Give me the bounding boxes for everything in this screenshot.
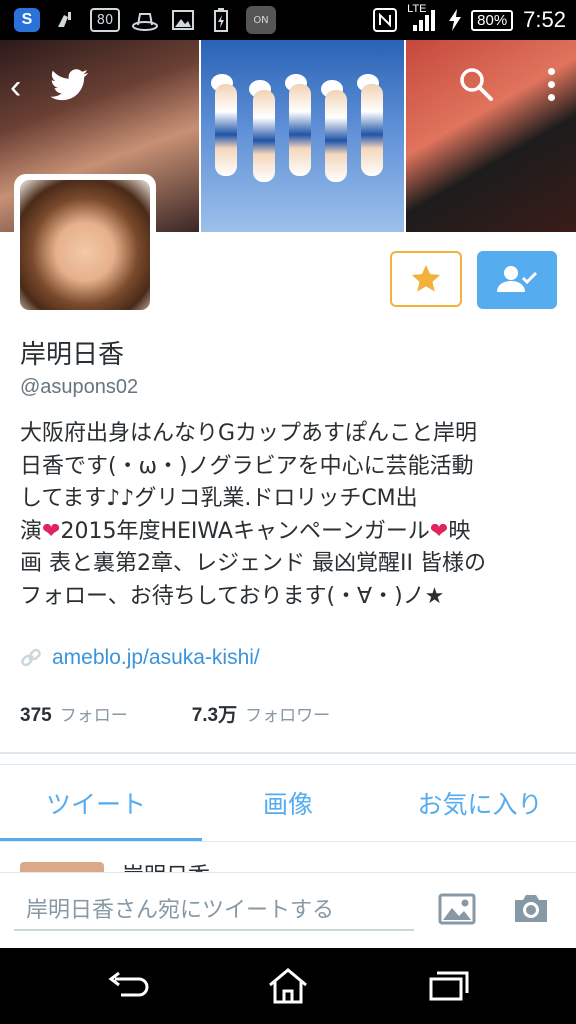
avatar-frame[interactable] [14, 174, 156, 316]
tweet-list-item[interactable]: 岸明日香 [0, 846, 576, 872]
bio-line: してます♪♪グリコ乳業.ドロリッチCM出 [20, 486, 418, 511]
compose-bar: 岸明日香さん宛にツイートする [0, 872, 576, 949]
profile-bio: 大阪府出身はんなりGカップあすぽんこと岸明 日香です(・ω・)ノグラビアを中心に… [20, 418, 560, 613]
speed-80-icon: 80 [90, 8, 120, 32]
system-nav-bar [0, 948, 576, 1024]
hat-icon [132, 8, 158, 32]
banner-toolbar: ‹ [0, 40, 576, 130]
nav-home-button[interactable] [264, 966, 312, 1006]
nav-recents-button[interactable] [424, 966, 472, 1006]
bio-line: 日香です(・ω・)ノグラビアを中心に芸能活動 [20, 453, 474, 479]
profile-handle: @asupons02 [20, 376, 139, 398]
following-label: フォロー [59, 706, 128, 726]
following-stat[interactable]: 375 フォロー [20, 701, 128, 727]
twitter-bird-icon[interactable] [50, 68, 90, 102]
followers-count: 7.3万 [191, 705, 238, 726]
avatar [20, 180, 150, 310]
bio-line: 大阪府出身はんなりGカップあすぽんこと岸明 [20, 421, 478, 446]
home-icon [269, 968, 307, 1004]
s-app-icon: S [14, 8, 40, 32]
following-button[interactable] [477, 251, 557, 309]
profile-name: 岸明日香 [20, 340, 125, 370]
tab-images[interactable]: 画像 [192, 766, 384, 840]
bio-line: 画 表と裏第2章、レジェンド 最凶覚醒II 皆様の [20, 551, 486, 576]
followers-label: フォロワー [245, 706, 331, 726]
charging-bolt-icon [449, 9, 462, 31]
gallery-icon [170, 8, 196, 32]
status-bar: S 80 ON LTE 80% 7:52 [0, 0, 576, 40]
following-count: 375 [20, 705, 52, 726]
nav-back-button[interactable] [104, 966, 152, 1006]
tab-tweets[interactable]: ツイート [0, 766, 192, 840]
bio-line: フォロー、お待ちしております(・∀・)ノ★ [20, 583, 445, 609]
recent-apps-icon [429, 971, 469, 1001]
tab-favorites[interactable]: お気に入り [384, 766, 576, 840]
cleaner-icon [52, 8, 78, 32]
battery-charging-icon [208, 8, 234, 32]
profile-tabs: ツイート 画像 お気に入り [0, 766, 576, 840]
back-icon[interactable]: ‹ [10, 68, 21, 107]
tweet-compose-input[interactable]: 岸明日香さん宛にツイートする [14, 887, 414, 931]
bio-line: 演❤2015年度HEIWAキャンペーンガール❤映 [20, 518, 471, 544]
battery-level: 80% [471, 9, 514, 31]
profile-link[interactable]: ameblo.jp/asuka-kishi/ [20, 646, 260, 670]
star-icon [411, 264, 441, 292]
person-check-icon [497, 266, 538, 292]
favorite-button[interactable] [390, 251, 462, 307]
back-arrow-icon [108, 971, 149, 997]
divider [0, 752, 576, 754]
followers-stat[interactable]: 7.3万 フォロワー [192, 700, 330, 727]
nfc-n-icon [373, 8, 398, 32]
image-icon[interactable] [438, 893, 476, 925]
tweet-author: 岸明日香 [122, 858, 210, 872]
search-icon[interactable] [458, 66, 494, 102]
heart-emoji: ❤ [429, 518, 449, 544]
divider [0, 841, 576, 842]
link-text[interactable]: ameblo.jp/asuka-kishi/ [52, 646, 260, 670]
camera-icon[interactable] [512, 891, 550, 925]
tweet-avatar [20, 862, 104, 872]
profile-stats: 375 フォロー 7.3万 フォロワー [20, 700, 330, 727]
heart-emoji: ❤ [42, 518, 61, 544]
signal-icon: LTE [407, 3, 439, 33]
nfc-on-icon: ON [246, 6, 276, 34]
clock: 7:52 [523, 7, 566, 32]
link-icon [21, 648, 41, 667]
more-options-icon[interactable] [548, 68, 556, 107]
divider [0, 764, 576, 765]
